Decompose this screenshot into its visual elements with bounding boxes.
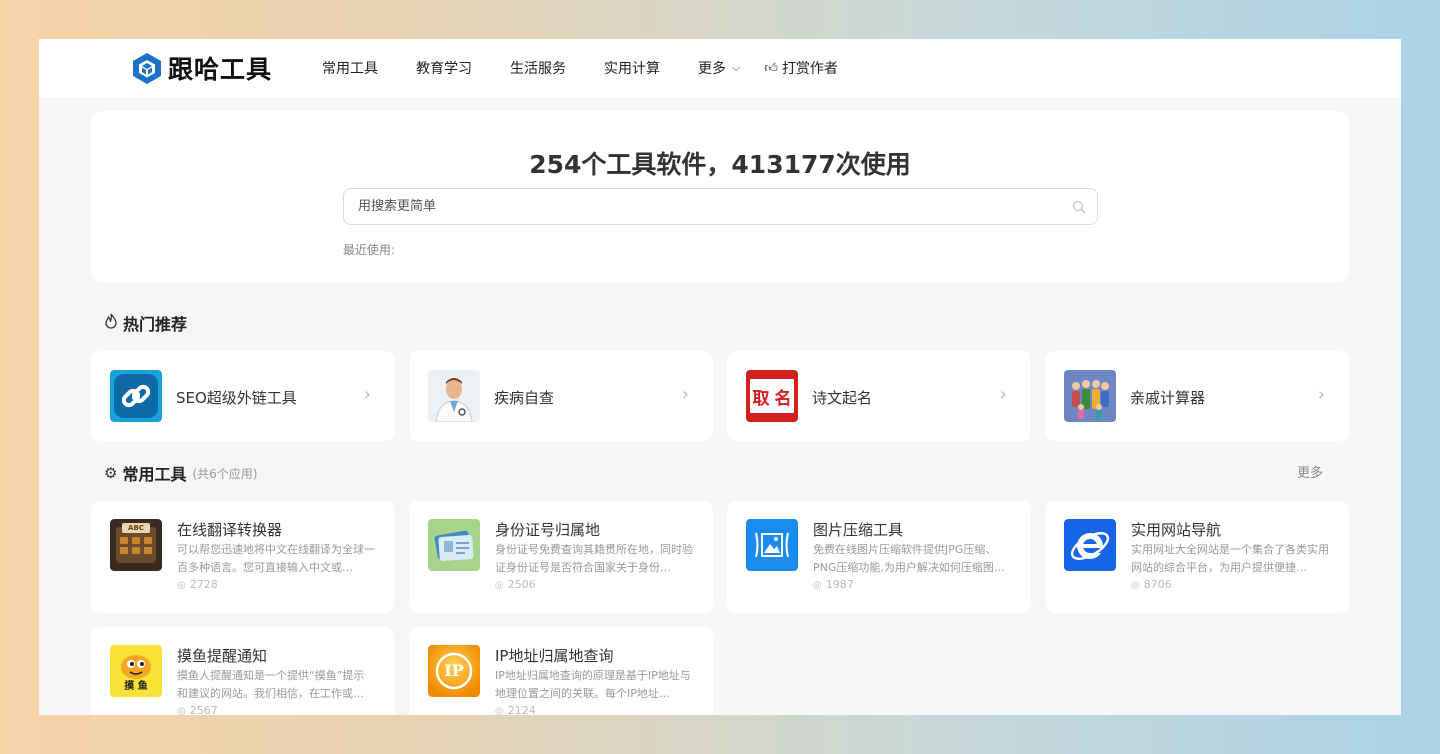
- view-count: ◎ 2506: [495, 578, 536, 591]
- doctor-icon: [428, 370, 480, 422]
- view-count: ◎ 1987: [813, 578, 854, 591]
- hot-card-name: 诗文起名: [812, 389, 873, 407]
- hot-card-seo[interactable]: SEO超级外链工具 ›: [91, 351, 395, 441]
- view-count-value: 2728: [189, 578, 218, 591]
- brand-name: 跟哈工具: [168, 55, 273, 84]
- view-count-value: 1987: [825, 578, 854, 591]
- common-section-label: 常用工具: [122, 465, 187, 484]
- brand-logo[interactable]: 跟哈工具: [130, 51, 272, 85]
- abc-keyboard-icon-label: ABC: [128, 524, 144, 532]
- naming-icon-right-char: 名: [774, 388, 792, 409]
- search-input[interactable]: [344, 189, 1071, 224]
- view-count: ◎ 2567: [177, 704, 218, 715]
- hero-panel: 254个工具软件，413177次使用 最近使用:: [91, 111, 1349, 282]
- chevron-right-icon: ›: [363, 384, 371, 405]
- page-title: 254个工具软件，413177次使用: [529, 150, 911, 179]
- eye-icon: ◎: [1131, 580, 1140, 591]
- search-box: [343, 188, 1098, 225]
- cube-logo-icon: [133, 53, 161, 84]
- recent-used-label: 最近使用:: [343, 243, 396, 257]
- hot-card-naming[interactable]: 取 名 诗文起名 ›: [727, 351, 1031, 441]
- nav-item-tip-author[interactable]: 👍︎ 打赏作者: [764, 58, 838, 78]
- eye-icon: ◎: [813, 580, 822, 591]
- fish-icon: 摸 鱼: [110, 645, 162, 697]
- top-nav: 跟哈工具 常用工具 教育学习 生活服务 实用计算 更多 ⌵ 👍︎ 打赏作者: [39, 39, 1401, 97]
- tool-card-name: IP地址归属地查询: [495, 647, 614, 665]
- eye-icon: ◎: [177, 706, 186, 715]
- family-icon: [1064, 370, 1116, 422]
- abc-keyboard-icon: ABC: [110, 519, 162, 571]
- tool-card-name: 在线翻译转换器: [177, 521, 283, 539]
- tool-card-desc: IP地址归属地查询的原理是基于IP地址与地理位置之间的关联。每个IP地址…: [495, 669, 691, 700]
- nav-item-calculators[interactable]: 实用计算: [604, 58, 660, 78]
- common-section-title: ⚙︎ 常用工具 (共6个应用): [104, 461, 257, 485]
- hot-card-disease[interactable]: 疾病自查 ›: [409, 351, 713, 441]
- tool-card-desc: 身份证号免费查询其籍贯所在地，同时验证身份证号是否符合国家关于身份…: [495, 543, 693, 574]
- hot-card-name: 亲戚计算器: [1130, 389, 1206, 407]
- tool-card-name: 图片压缩工具: [813, 521, 904, 539]
- eye-icon: ◎: [177, 580, 186, 591]
- tool-card-idcard[interactable]: 身份证号归属地 身份证号免费查询其籍贯所在地，同时验证身份证号是否符合国家关于身…: [409, 501, 713, 613]
- tool-card-website-nav[interactable]: 实用网站导航 实用网址大全网站是一个集合了各类实用网站的综合平台，为用户提供便捷…: [1045, 501, 1349, 613]
- hot-section-label: 热门推荐: [123, 315, 188, 334]
- chevron-right-icon: ›: [1317, 384, 1325, 405]
- tool-card-image-compress[interactable]: 图片压缩工具 免费在线图片压缩软件提供JPG压缩、PNG压缩功能,为用户解决如何…: [727, 501, 1031, 613]
- tool-card-desc: 可以帮您迅速地将中文在线翻译为全球一百多种语言。您可直接输入中文或…: [177, 543, 375, 574]
- search-icon[interactable]: [1071, 199, 1087, 215]
- hot-card-family[interactable]: 亲戚计算器 ›: [1045, 351, 1349, 441]
- nav-item-more[interactable]: 更多 ⌵: [698, 58, 740, 78]
- naming-icon: 取 名: [746, 370, 798, 422]
- fish-icon-label: 摸 鱼: [124, 681, 148, 692]
- view-count-value: 2124: [507, 704, 536, 715]
- view-count-value: 2567: [189, 704, 218, 715]
- fire-icon: [104, 313, 118, 333]
- nav-item-education[interactable]: 教育学习: [416, 58, 472, 78]
- tool-card-ip-lookup[interactable]: IP IP地址归属地查询 IP地址归属地查询的原理是基于IP地址与地理位置之间的…: [409, 627, 713, 715]
- id-card-icon: [428, 519, 480, 571]
- common-more-link[interactable]: 更多: [1297, 462, 1323, 481]
- common-section-count: (共6个应用): [192, 466, 258, 481]
- ip-icon: IP: [428, 645, 480, 697]
- tip-author-label: 打赏作者: [781, 61, 838, 77]
- ie-browser-icon: [1064, 519, 1116, 571]
- nav-more-label: 更多: [698, 61, 726, 77]
- tool-card-desc: 摸鱼人提醒通知是一个提供“摸鱼”提示和建议的网站。我们相信，在工作或…: [177, 669, 365, 700]
- page-frame: 跟哈工具 常用工具 教育学习 生活服务 实用计算 更多 ⌵ 👍︎ 打赏作者 25…: [39, 39, 1401, 715]
- tool-card-fishing-reminder[interactable]: 摸 鱼 摸鱼提醒通知 摸鱼人提醒通知是一个提供“摸鱼”提示和建议的网站。我们相信…: [91, 627, 395, 715]
- link-icon: [110, 370, 162, 422]
- chevron-right-icon: ›: [681, 384, 689, 405]
- view-count-value: 8706: [1143, 578, 1172, 591]
- view-count-value: 2506: [507, 578, 536, 591]
- tool-card-name: 实用网站导航: [1131, 521, 1222, 539]
- main-menu: 常用工具 教育学习 生活服务 实用计算 更多 ⌵ 👍︎ 打赏作者: [322, 39, 876, 97]
- view-count: ◎ 8706: [1131, 578, 1172, 591]
- view-count: ◎ 2728: [177, 578, 218, 591]
- tool-card-desc: 免费在线图片压缩软件提供JPG压缩、PNG压缩功能,为用户解决如何压缩图…: [813, 543, 1005, 574]
- tool-card-name: 摸鱼提醒通知: [177, 647, 268, 665]
- ip-icon-label: IP: [444, 661, 464, 680]
- view-count: ◎ 2124: [495, 704, 536, 715]
- nav-item-common-tools[interactable]: 常用工具: [322, 58, 378, 78]
- thumbs-up-icon: 👍︎: [764, 60, 778, 76]
- naming-icon-left-char: 取: [752, 388, 770, 409]
- hot-card-name: 疾病自查: [494, 389, 555, 407]
- image-compress-icon: [746, 519, 798, 571]
- tool-card-translator[interactable]: ABC 在线翻译转换器 可以帮您迅速地将中文在线翻译为全球一百多种语言。您可直接…: [91, 501, 395, 613]
- eye-icon: ◎: [495, 580, 504, 591]
- nav-item-life-services[interactable]: 生活服务: [510, 58, 566, 78]
- tool-card-desc: 实用网址大全网站是一个集合了各类实用网站的综合平台，为用户提供便捷…: [1131, 543, 1329, 574]
- hot-section-title: 热门推荐: [104, 311, 187, 335]
- eye-icon: ◎: [495, 706, 504, 715]
- tool-card-name: 身份证号归属地: [495, 521, 601, 539]
- chevron-right-icon: ›: [999, 384, 1007, 405]
- hot-card-name: SEO超级外链工具: [176, 389, 297, 407]
- chevron-down-icon: ⌵: [732, 61, 741, 74]
- gear-icon: ⚙︎: [104, 464, 118, 482]
